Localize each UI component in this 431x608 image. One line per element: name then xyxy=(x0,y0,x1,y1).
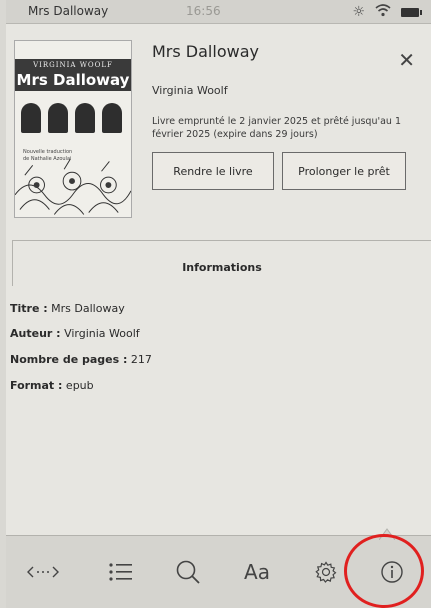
active-tab-notch xyxy=(379,528,395,540)
book-author: Virginia Woolf xyxy=(152,84,228,97)
battery-icon xyxy=(401,7,422,17)
info-value: epub xyxy=(65,379,94,392)
bottom-toolbar: Aa xyxy=(6,535,431,608)
toc-icon[interactable] xyxy=(98,552,142,592)
settings-gear-icon[interactable] xyxy=(304,552,348,592)
navigation-icon[interactable] xyxy=(18,552,68,592)
info-label: Auteur : xyxy=(10,327,61,340)
return-book-button[interactable]: Rendre le livre xyxy=(152,152,274,190)
info-label: Nombre de pages : xyxy=(10,353,128,366)
info-row-title: Titre : Mrs Dalloway xyxy=(10,302,125,315)
font-settings-icon[interactable]: Aa xyxy=(232,552,282,592)
cover-windows xyxy=(21,103,122,133)
status-time: 16:56 xyxy=(186,4,221,18)
close-icon[interactable]: ✕ xyxy=(398,50,415,70)
info-label: Format : xyxy=(10,379,63,392)
status-book-title: Mrs Dalloway xyxy=(28,4,109,18)
info-row-author: Auteur : Virginia Woolf xyxy=(10,327,140,340)
info-section-header: Informations xyxy=(12,240,431,286)
info-header-label: Informations xyxy=(182,261,262,274)
cover-flowers-illustration xyxy=(15,159,131,215)
wifi-icon[interactable] xyxy=(375,3,391,21)
info-row-pages: Nombre de pages : 217 xyxy=(10,353,152,366)
brightness-icon[interactable]: ☼ xyxy=(352,4,365,20)
cover-author: VIRGINIA WOOLF xyxy=(33,61,113,69)
status-bar: Mrs Dalloway 16:56 ☼ xyxy=(6,0,431,24)
book-cover: VIRGINIA WOOLF Mrs Dalloway Nouvelle tra… xyxy=(14,40,132,218)
reader-screen: Mrs Dalloway 16:56 ☼ VIRGINIA WOOLF Mrs … xyxy=(6,0,431,608)
status-icons: ☼ xyxy=(352,3,422,21)
search-icon[interactable] xyxy=(166,552,210,592)
info-row-format: Format : epub xyxy=(10,379,94,392)
extend-loan-button[interactable]: Prolonger le prêt xyxy=(282,152,406,190)
cover-title: Mrs Dalloway xyxy=(16,71,130,89)
info-label: Titre : xyxy=(10,302,48,315)
info-value: Virginia Woolf xyxy=(64,327,140,340)
info-icon[interactable] xyxy=(370,552,414,592)
loan-status-text: Livre emprunté le 2 janvier 2025 et prêt… xyxy=(152,116,401,140)
info-value: Mrs Dalloway xyxy=(51,302,125,315)
book-title: Mrs Dalloway xyxy=(152,42,259,61)
info-value: 217 xyxy=(130,353,152,366)
